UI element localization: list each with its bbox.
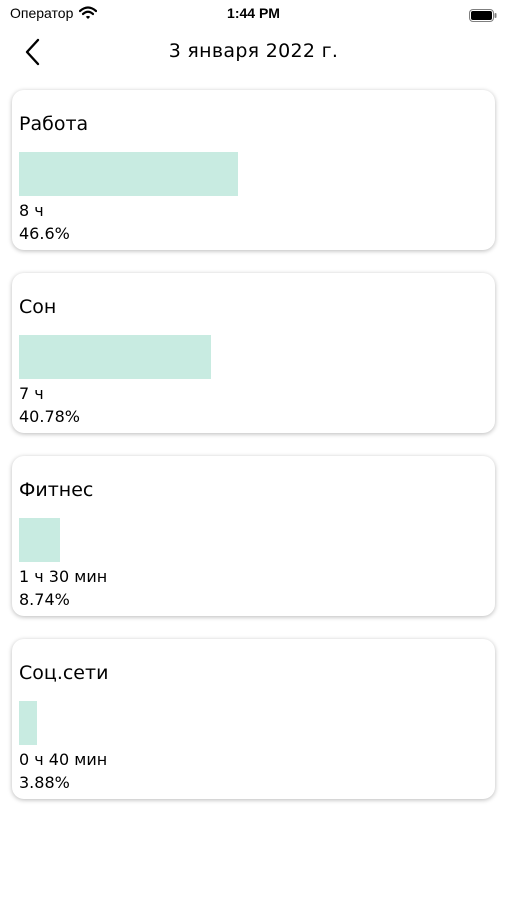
page-title: 3 января 2022 г. (168, 40, 339, 62)
activity-duration: 0 ч 40 мин (19, 750, 108, 769)
navigation-bar: 3 января 2022 г. (0, 30, 507, 74)
activity-card[interactable]: Сон 7 ч 40.78% (12, 273, 495, 433)
activity-bar-track (19, 335, 489, 379)
activity-bar-fill (19, 518, 61, 562)
activity-bar-fill (19, 152, 239, 196)
activity-percent: 8.74% (19, 590, 70, 609)
activity-duration: 8 ч (19, 201, 44, 220)
activity-name: Соц.сети (19, 662, 109, 684)
activity-bar-track (19, 518, 489, 562)
activity-list: Работа 8 ч 46.6% Сон 7 ч 40.78% Фитнес 1… (12, 90, 495, 822)
activity-card[interactable]: Работа 8 ч 46.6% (12, 90, 495, 250)
activity-bar-track (19, 701, 489, 745)
activity-name: Фитнес (19, 479, 94, 501)
activity-duration: 7 ч (19, 384, 44, 403)
activity-duration: 1 ч 30 мин (19, 567, 108, 586)
activity-name: Работа (19, 113, 89, 135)
activity-bar-fill (19, 335, 211, 379)
activity-card[interactable]: Соц.сети 0 ч 40 мин 3.88% (12, 639, 495, 799)
activity-percent: 40.78% (19, 407, 81, 426)
activity-bar-track (19, 152, 489, 196)
activity-percent: 46.6% (19, 224, 70, 243)
battery-icon (469, 7, 497, 22)
activity-name: Сон (19, 296, 57, 318)
activity-percent: 3.88% (19, 773, 70, 792)
status-time: 1:44 PM (227, 5, 280, 21)
activity-bar-fill (19, 701, 38, 745)
activity-card[interactable]: Фитнес 1 ч 30 мин 8.74% (12, 456, 495, 616)
status-bar: Оператор 1:44 PM (0, 0, 507, 28)
